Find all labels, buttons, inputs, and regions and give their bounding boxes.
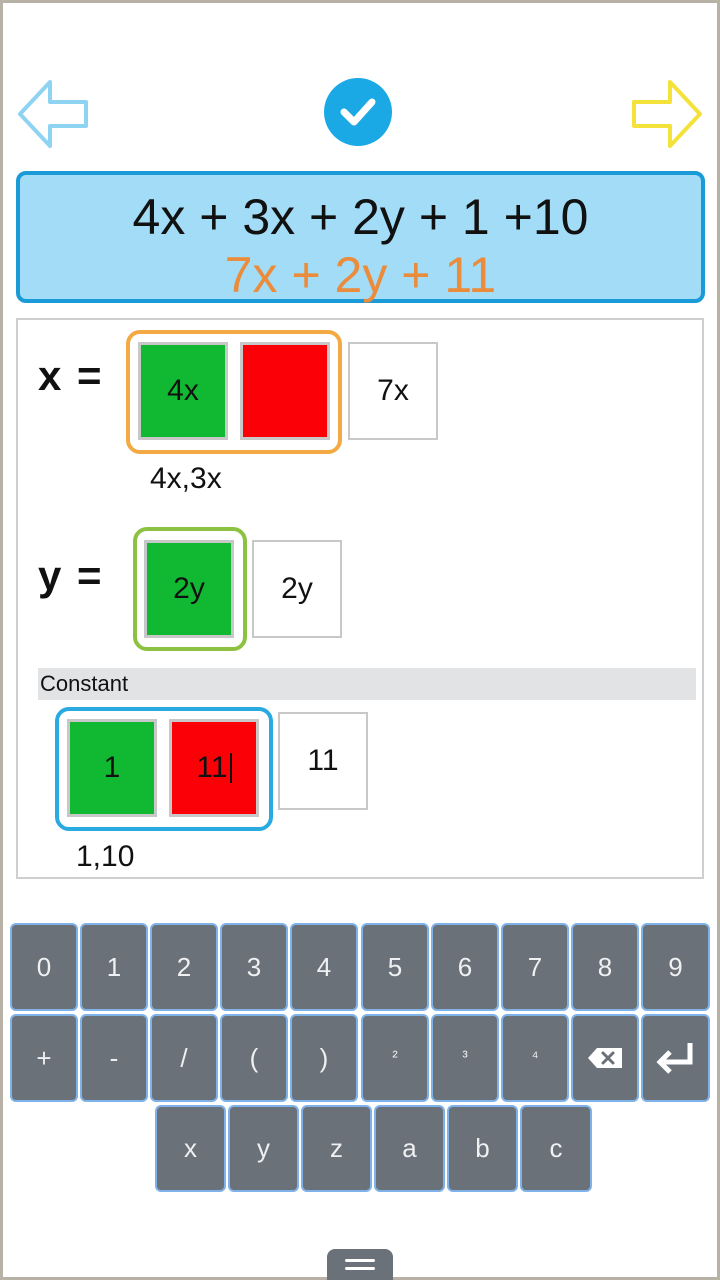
key-2[interactable]: 2 <box>150 923 218 1011</box>
constant-header: Constant <box>38 668 696 700</box>
check-icon <box>340 98 376 126</box>
key-enter[interactable] <box>641 1014 710 1102</box>
constant-tile-2[interactable]: 11 <box>169 719 259 817</box>
expression-panel: 4x + 3x + 2y + 1 +10 7x + 2y + 11 <box>16 171 705 303</box>
x-tile-2[interactable] <box>240 342 330 440</box>
key-1[interactable]: 1 <box>80 923 148 1011</box>
x-terms-label: 4x,3x <box>150 462 222 495</box>
arrow-right-icon <box>632 80 702 148</box>
simplified-expression: 7x + 2y + 11 <box>224 247 497 303</box>
constant-tile-1[interactable]: 1 <box>67 719 157 817</box>
key-b[interactable]: b <box>447 1105 518 1192</box>
key-close-paren[interactable]: ) <box>290 1014 358 1102</box>
back-arrow-button[interactable] <box>14 76 90 152</box>
key-x[interactable]: x <box>155 1105 226 1192</box>
key-5[interactable]: 5 <box>361 923 429 1011</box>
key-a[interactable]: a <box>374 1105 445 1192</box>
enter-icon <box>655 1043 692 1074</box>
menu-handle-icon-line-1 <box>345 1259 375 1262</box>
key-open-paren[interactable]: ( <box>220 1014 288 1102</box>
key-fourth-power[interactable]: ⁴ <box>501 1014 569 1102</box>
key-plus[interactable]: + <box>10 1014 78 1102</box>
work-area: x = 4x 7x 4x,3x y = 2y 2y Constant 1 11 … <box>16 318 704 879</box>
constant-tile-2-value: 11 <box>196 751 228 784</box>
key-minus[interactable]: - <box>80 1014 148 1102</box>
check-button[interactable] <box>324 78 392 146</box>
key-divide[interactable]: / <box>150 1014 218 1102</box>
key-z[interactable]: z <box>301 1105 372 1192</box>
x-tile-1[interactable]: 4x <box>138 342 228 440</box>
menu-handle-button[interactable] <box>327 1249 393 1280</box>
key-0[interactable]: 0 <box>10 923 78 1011</box>
constant-result-box: 11 <box>278 712 368 810</box>
x-result-box: 7x <box>348 342 438 440</box>
next-arrow-button[interactable] <box>630 76 706 152</box>
key-6[interactable]: 6 <box>431 923 499 1011</box>
original-expression: 4x + 3x + 2y + 1 +10 <box>132 189 589 245</box>
y-tile-1[interactable]: 2y <box>144 540 234 638</box>
menu-handle-icon-line-2 <box>345 1267 375 1270</box>
key-y[interactable]: y <box>228 1105 299 1192</box>
x-label: x = <box>38 352 104 399</box>
y-label: y = <box>38 552 104 599</box>
y-result-box: 2y <box>252 540 342 638</box>
key-c[interactable]: c <box>520 1105 592 1192</box>
key-9[interactable]: 9 <box>641 923 710 1011</box>
constant-terms-label: 1,10 <box>76 840 135 873</box>
backspace-icon <box>588 1048 622 1068</box>
text-cursor <box>229 753 232 783</box>
key-cube[interactable]: ³ <box>431 1014 499 1102</box>
arrow-left-icon <box>18 80 88 148</box>
key-7[interactable]: 7 <box>501 923 569 1011</box>
key-4[interactable]: 4 <box>290 923 358 1011</box>
key-8[interactable]: 8 <box>571 923 639 1011</box>
key-backspace[interactable] <box>571 1014 639 1102</box>
key-3[interactable]: 3 <box>220 923 288 1011</box>
key-square[interactable]: ² <box>361 1014 429 1102</box>
